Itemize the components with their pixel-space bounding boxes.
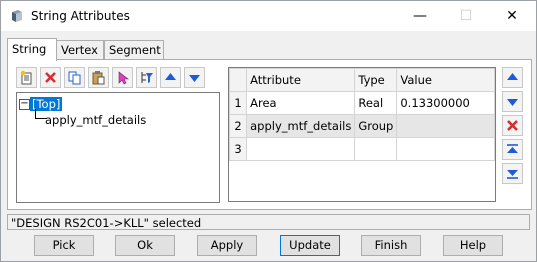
window-title: String Attributes xyxy=(31,9,130,23)
row-delete-button[interactable] xyxy=(502,115,523,136)
delete-icon xyxy=(45,72,56,83)
row-move-top-button[interactable] xyxy=(502,139,523,160)
corner-cell xyxy=(228,68,248,92)
move-up-button[interactable] xyxy=(160,67,181,88)
paste-button[interactable] xyxy=(88,67,109,88)
select-button[interactable] xyxy=(112,67,133,88)
pick-button[interactable]: Pick xyxy=(34,235,94,256)
filter-tree-button[interactable] xyxy=(136,67,157,88)
tree-expander-icon[interactable]: − xyxy=(19,99,30,110)
ok-button[interactable]: Ok xyxy=(115,235,175,256)
tab-vertex[interactable]: Vertex xyxy=(56,40,104,60)
tab-string[interactable]: String xyxy=(7,38,57,61)
update-button[interactable]: Update xyxy=(280,235,340,256)
delete-row-icon xyxy=(507,120,518,131)
row-number[interactable]: 3 xyxy=(228,137,248,161)
move-top-icon xyxy=(507,144,518,153)
table-row[interactable]: 3 xyxy=(228,137,495,161)
attribute-table: Attribute Type Value 1 Area Real 0.13300… xyxy=(228,68,495,161)
select-icon xyxy=(118,71,129,85)
finish-button[interactable]: Finish xyxy=(361,235,421,256)
copy-icon xyxy=(68,71,81,85)
table-row[interactable]: 2 apply_mtf_details Group xyxy=(228,114,495,138)
tree-node-apply-mtf-details[interactable]: apply_mtf_details xyxy=(45,112,146,128)
value-cell[interactable]: 0.13300000 xyxy=(396,91,495,115)
new-attribute-icon xyxy=(20,70,32,85)
tab-segment[interactable]: Segment xyxy=(104,40,164,60)
move-down-icon xyxy=(189,75,200,82)
minimize-button[interactable]: — xyxy=(397,1,443,31)
attribute-cell[interactable]: Area xyxy=(246,91,356,115)
row-number[interactable]: 1 xyxy=(228,91,248,115)
header-type[interactable]: Type xyxy=(354,68,398,92)
status-bar: "DESIGN RS2C01->KLL" selected xyxy=(7,214,530,230)
maximize-button[interactable]: ☐ xyxy=(443,1,489,31)
header-value[interactable]: Value xyxy=(396,68,495,92)
move-down-button[interactable] xyxy=(184,67,205,88)
delete-button[interactable] xyxy=(40,67,61,88)
dialog-window: String Attributes — ☐ ✕ String Vertex Se… xyxy=(0,0,537,262)
copy-button[interactable] xyxy=(64,67,85,88)
apply-button[interactable]: Apply xyxy=(197,235,257,256)
help-button[interactable]: Help xyxy=(443,235,503,256)
attribute-tree[interactable]: − [Top] apply_mtf_details xyxy=(16,92,220,203)
new-attribute-button[interactable] xyxy=(16,67,37,88)
move-down-icon xyxy=(507,99,518,106)
row-move-bottom-button[interactable] xyxy=(502,163,523,184)
move-up-icon xyxy=(165,73,176,80)
type-cell[interactable]: Group xyxy=(354,114,398,138)
attribute-cell[interactable] xyxy=(246,137,356,161)
attribute-cell[interactable]: apply_mtf_details xyxy=(246,114,356,138)
table-header-row: Attribute Type Value xyxy=(228,68,495,92)
close-button[interactable]: ✕ xyxy=(489,1,535,31)
row-number[interactable]: 2 xyxy=(228,114,248,138)
attribute-grid: Attribute Type Value 1 Area Real 0.13300… xyxy=(228,67,496,202)
app-icon xyxy=(12,10,22,22)
value-cell[interactable] xyxy=(396,137,495,161)
type-cell[interactable] xyxy=(354,137,398,161)
paste-icon xyxy=(92,71,105,85)
title-bar[interactable]: String Attributes — ☐ ✕ xyxy=(1,1,536,31)
value-cell[interactable] xyxy=(396,114,495,138)
move-bottom-icon xyxy=(507,170,518,179)
filter-tree-icon xyxy=(141,72,153,83)
row-move-up-button[interactable] xyxy=(502,67,523,88)
header-attribute[interactable]: Attribute xyxy=(246,68,356,92)
move-up-icon xyxy=(507,73,518,80)
type-cell[interactable]: Real xyxy=(354,91,398,115)
table-row[interactable]: 1 Area Real 0.13300000 xyxy=(228,91,495,115)
row-move-down-button[interactable] xyxy=(502,91,523,112)
string-tab-panel: − [Top] apply_mtf_details Attribute Type … xyxy=(7,59,532,210)
